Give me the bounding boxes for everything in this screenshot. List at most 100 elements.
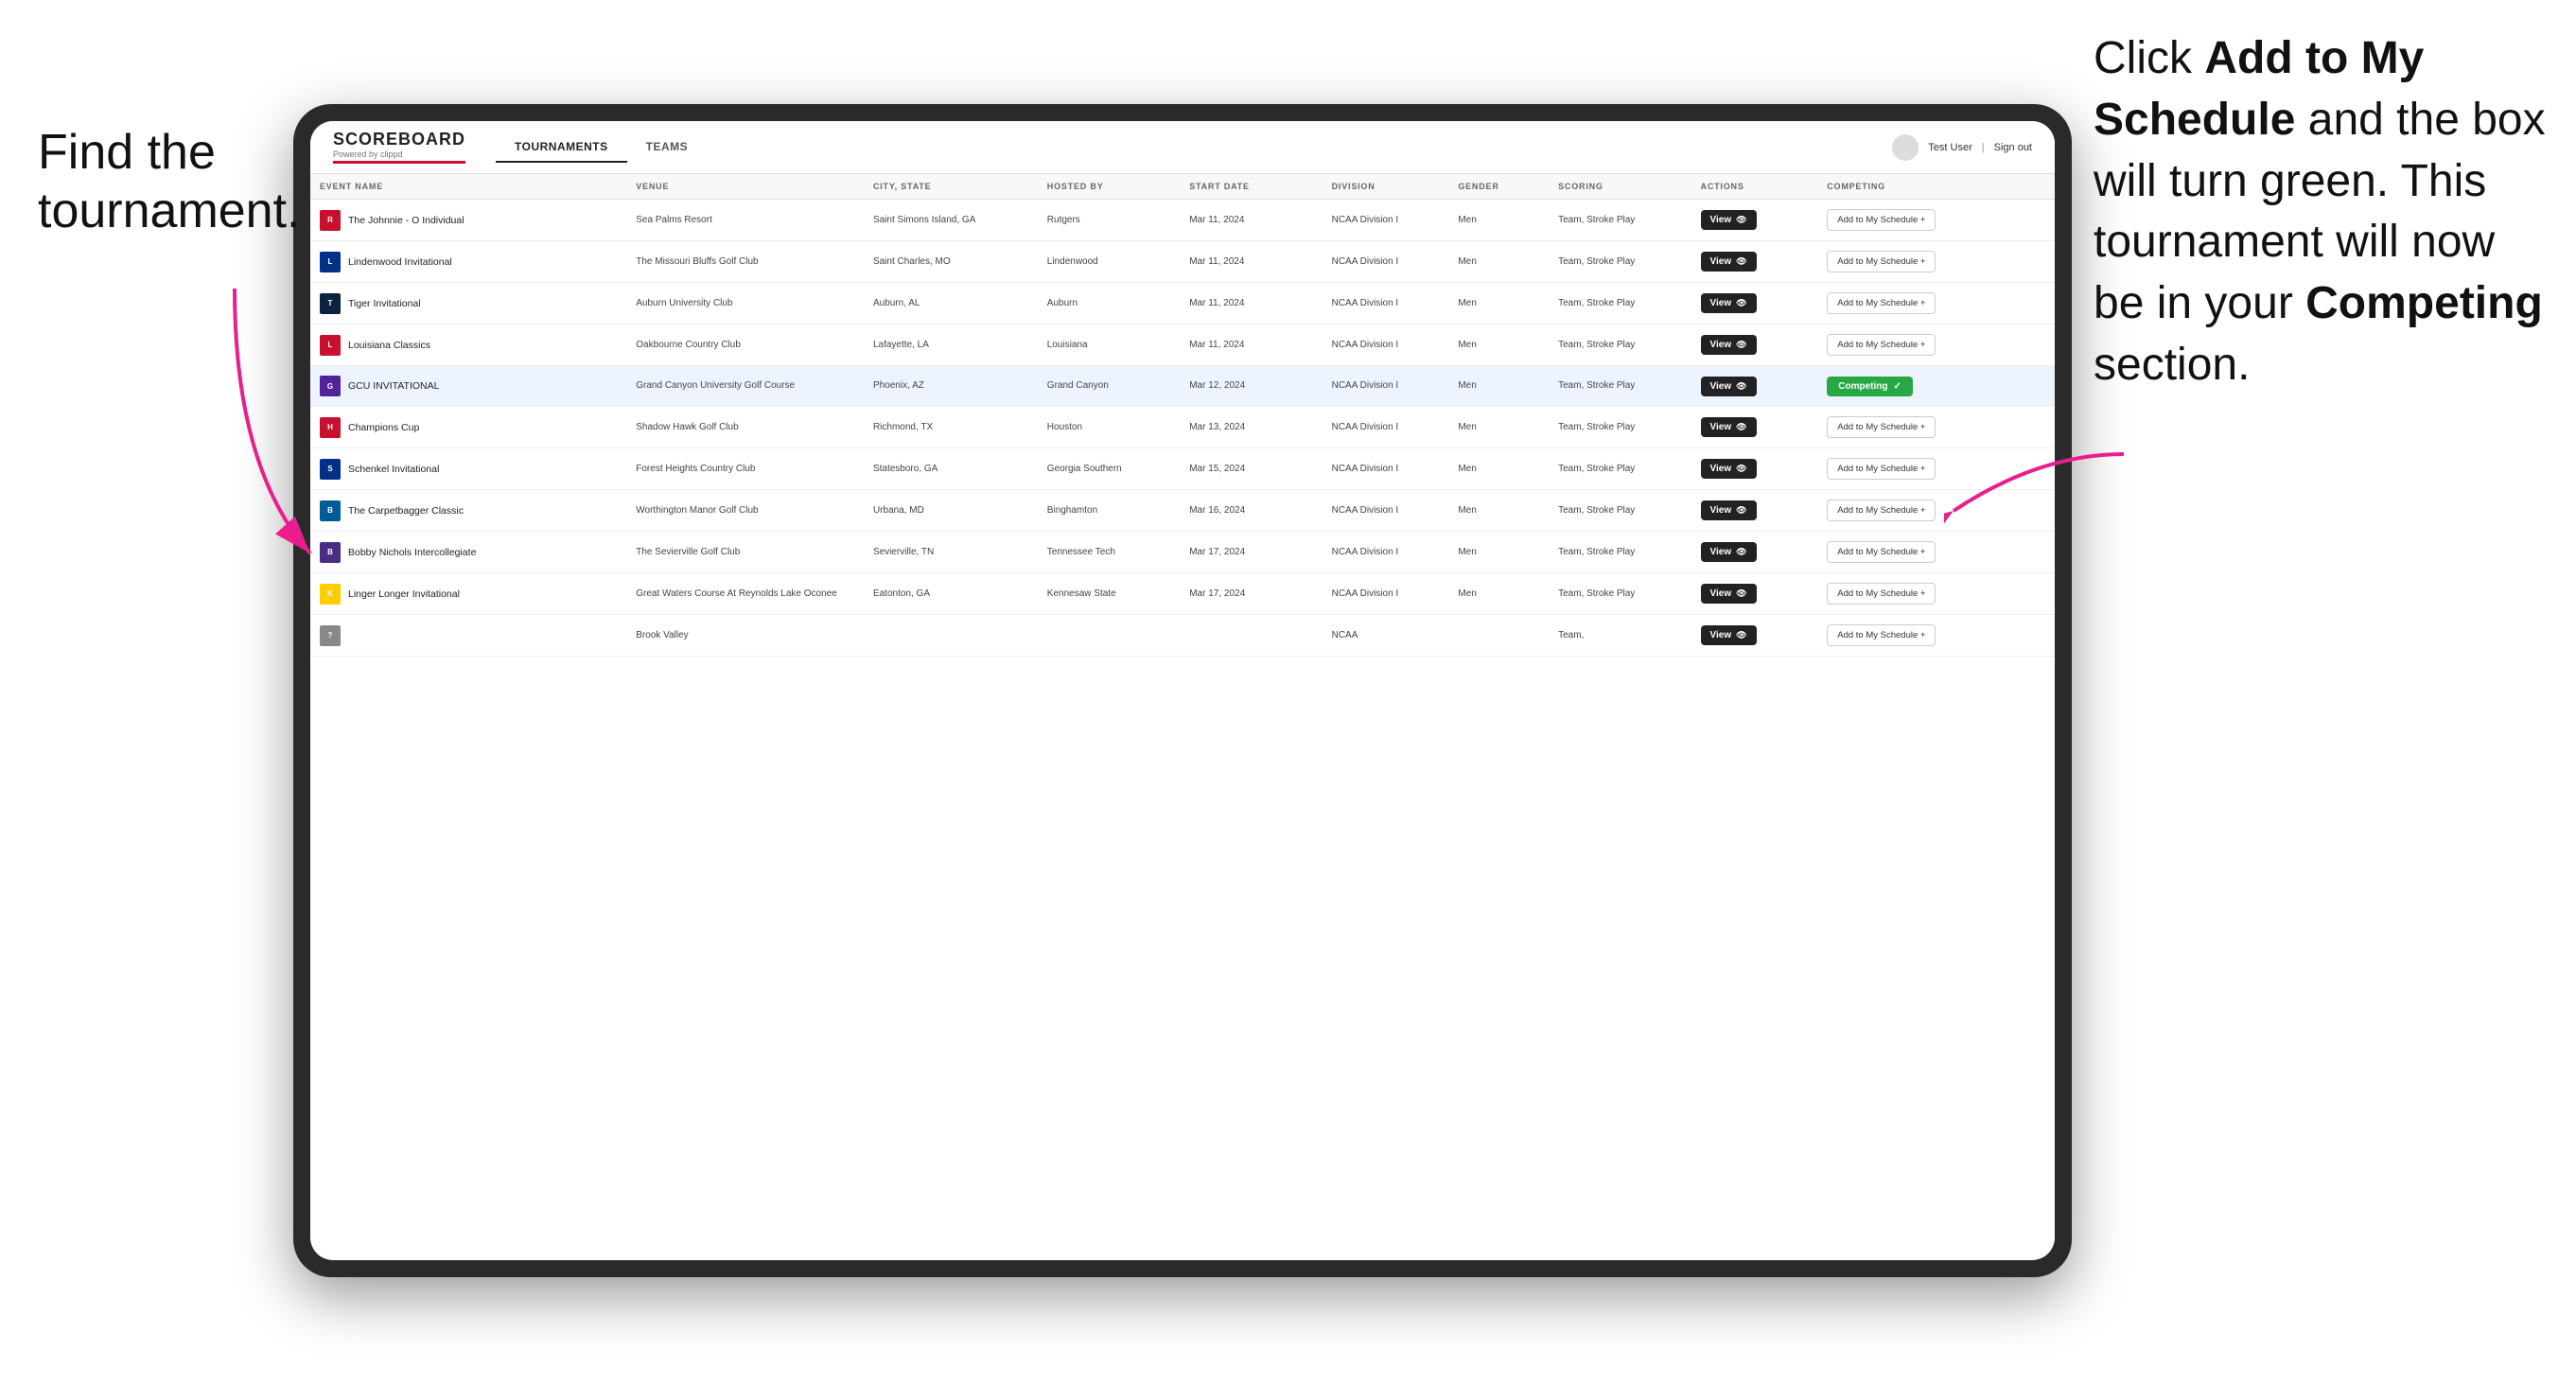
view-button[interactable]: View 👁 bbox=[1701, 542, 1757, 562]
add-to-schedule-button[interactable]: Add to My Schedule + bbox=[1827, 416, 1936, 438]
eye-icon: 👁 bbox=[1736, 215, 1746, 225]
gender-cell bbox=[1448, 615, 1549, 657]
annotation-left-line1: Find the bbox=[38, 123, 301, 182]
scoring-cell: Team, Stroke Play bbox=[1549, 573, 1691, 615]
tab-teams[interactable]: TEAMS bbox=[627, 132, 708, 163]
eye-icon: 👁 bbox=[1736, 464, 1746, 474]
division-cell: NCAA Division I bbox=[1323, 366, 1449, 407]
actions-cell: View 👁 bbox=[1691, 448, 1818, 490]
add-to-schedule-button[interactable]: Add to My Schedule + bbox=[1827, 583, 1936, 605]
eye-icon: 👁 bbox=[1736, 422, 1746, 432]
table-row: KLinger Longer InvitationalGreat Waters … bbox=[310, 573, 2055, 615]
tablet-device: SCOREBOARD Powered by clippd TOURNAMENTS… bbox=[293, 104, 2072, 1277]
table-row: BBobby Nichols IntercollegiateThe Sevier… bbox=[310, 532, 2055, 573]
col-header-gender: GENDER bbox=[1448, 174, 1549, 200]
event-name-text: Louisiana Classics bbox=[348, 340, 430, 351]
col-header-hosted: HOSTED BY bbox=[1038, 174, 1180, 200]
gender-cell: Men bbox=[1448, 366, 1549, 407]
add-to-schedule-button[interactable]: Add to My Schedule + bbox=[1827, 251, 1936, 272]
app-header: SCOREBOARD Powered by clippd TOURNAMENTS… bbox=[310, 121, 2055, 174]
col-header-city: CITY, STATE bbox=[864, 174, 1038, 200]
actions-cell: View 👁 bbox=[1691, 490, 1818, 532]
hosted-by-cell: Louisiana bbox=[1038, 325, 1180, 366]
eye-icon: 👁 bbox=[1736, 340, 1746, 350]
eye-icon: 👁 bbox=[1736, 588, 1746, 599]
tablet-screen: SCOREBOARD Powered by clippd TOURNAMENTS… bbox=[310, 121, 2055, 1260]
event-name-cell-2: TTiger Invitational bbox=[310, 283, 626, 325]
venue-cell: Forest Heights Country Club bbox=[626, 448, 864, 490]
hosted-by-cell: Binghamton bbox=[1038, 490, 1180, 532]
gender-cell: Men bbox=[1448, 200, 1549, 241]
table-container: EVENT NAME VENUE CITY, STATE HOSTED BY S… bbox=[310, 174, 2055, 1260]
eye-icon: 👁 bbox=[1736, 547, 1746, 557]
venue-cell: Grand Canyon University Golf Course bbox=[626, 366, 864, 407]
view-button[interactable]: View 👁 bbox=[1701, 500, 1757, 520]
view-button[interactable]: View 👁 bbox=[1701, 335, 1757, 355]
view-button[interactable]: View 👁 bbox=[1701, 459, 1757, 479]
logo-sub: Powered by clippd bbox=[333, 149, 465, 159]
add-to-schedule-button[interactable]: Add to My Schedule + bbox=[1827, 334, 1936, 356]
col-header-division: DIVISION bbox=[1323, 174, 1449, 200]
add-to-schedule-button[interactable]: Add to My Schedule + bbox=[1827, 209, 1936, 231]
table-row: GGCU INVITATIONALGrand Canyon University… bbox=[310, 366, 2055, 407]
actions-cell: View 👁 bbox=[1691, 615, 1818, 657]
event-name-text: GCU INVITATIONAL bbox=[348, 380, 439, 392]
view-button[interactable]: View 👁 bbox=[1701, 625, 1757, 645]
view-button[interactable]: View 👁 bbox=[1701, 210, 1757, 230]
table-row: RThe Johnnie - O IndividualSea Palms Res… bbox=[310, 200, 2055, 241]
division-cell: NCAA bbox=[1323, 615, 1449, 657]
event-name-cell-5: HChampions Cup bbox=[310, 407, 626, 448]
logo-area: SCOREBOARD Powered by clippd bbox=[333, 131, 465, 164]
hosted-by-cell: Auburn bbox=[1038, 283, 1180, 325]
table-row: LLindenwood InvitationalThe Missouri Blu… bbox=[310, 241, 2055, 283]
table-row: HChampions CupShadow Hawk Golf ClubRichm… bbox=[310, 407, 2055, 448]
left-arrow bbox=[216, 279, 329, 563]
hosted-by-cell bbox=[1038, 615, 1180, 657]
team-logo: K bbox=[320, 584, 341, 605]
table-row: LLouisiana ClassicsOakbourne Country Clu… bbox=[310, 325, 2055, 366]
actions-cell: View 👁 bbox=[1691, 325, 1818, 366]
actions-cell: View 👁 bbox=[1691, 200, 1818, 241]
add-to-schedule-button[interactable]: Add to My Schedule + bbox=[1827, 458, 1936, 480]
event-name-text: Champions Cup bbox=[348, 422, 419, 433]
division-cell: NCAA Division I bbox=[1323, 532, 1449, 573]
view-button[interactable]: View 👁 bbox=[1701, 417, 1757, 437]
venue-cell: Brook Valley bbox=[626, 615, 864, 657]
event-name-text: Tiger Invitational bbox=[348, 298, 421, 309]
event-name-text: Linger Longer Invitational bbox=[348, 588, 460, 600]
add-to-schedule-button[interactable]: Add to My Schedule + bbox=[1827, 292, 1936, 314]
table-body: RThe Johnnie - O IndividualSea Palms Res… bbox=[310, 200, 2055, 657]
hosted-by-cell: Lindenwood bbox=[1038, 241, 1180, 283]
hosted-by-cell: Houston bbox=[1038, 407, 1180, 448]
division-cell: NCAA Division I bbox=[1323, 283, 1449, 325]
event-name-cell-10: ? bbox=[310, 615, 626, 657]
competing-button[interactable]: Competing ✓ bbox=[1827, 377, 1913, 396]
view-button[interactable]: View 👁 bbox=[1701, 584, 1757, 604]
nav-tabs: TOURNAMENTS TEAMS bbox=[496, 132, 1892, 163]
divider-pipe: | bbox=[1982, 142, 1985, 153]
scoring-cell: Team, Stroke Play bbox=[1549, 200, 1691, 241]
add-to-schedule-button[interactable]: Add to My Schedule + bbox=[1827, 541, 1936, 563]
venue-cell: Sea Palms Resort bbox=[626, 200, 864, 241]
division-cell: NCAA Division I bbox=[1323, 407, 1449, 448]
view-button[interactable]: View 👁 bbox=[1701, 377, 1757, 396]
event-name-cell-4: GGCU INVITATIONAL bbox=[310, 366, 626, 407]
hosted-by-cell: Tennessee Tech bbox=[1038, 532, 1180, 573]
view-button[interactable]: View 👁 bbox=[1701, 252, 1757, 272]
scoring-cell: Team, Stroke Play bbox=[1549, 407, 1691, 448]
competing-cell: Add to My Schedule + bbox=[1817, 615, 2055, 657]
sign-out-link[interactable]: Sign out bbox=[1994, 142, 2032, 153]
add-to-schedule-button[interactable]: Add to My Schedule + bbox=[1827, 500, 1936, 521]
start-date-cell: Mar 17, 2024 bbox=[1180, 532, 1322, 573]
team-logo: ? bbox=[320, 625, 341, 646]
add-to-schedule-button[interactable]: Add to My Schedule + bbox=[1827, 624, 1936, 646]
city-cell: Sevierville, TN bbox=[864, 532, 1038, 573]
logo-bar bbox=[333, 161, 465, 164]
table-row: ?Brook ValleyNCAATeam,View 👁Add to My Sc… bbox=[310, 615, 2055, 657]
venue-cell: Oakbourne Country Club bbox=[626, 325, 864, 366]
view-button[interactable]: View 👁 bbox=[1701, 293, 1757, 313]
actions-cell: View 👁 bbox=[1691, 532, 1818, 573]
event-name-text: Schenkel Invitational bbox=[348, 464, 439, 475]
eye-icon: 👁 bbox=[1736, 505, 1746, 516]
tab-tournaments[interactable]: TOURNAMENTS bbox=[496, 132, 627, 163]
